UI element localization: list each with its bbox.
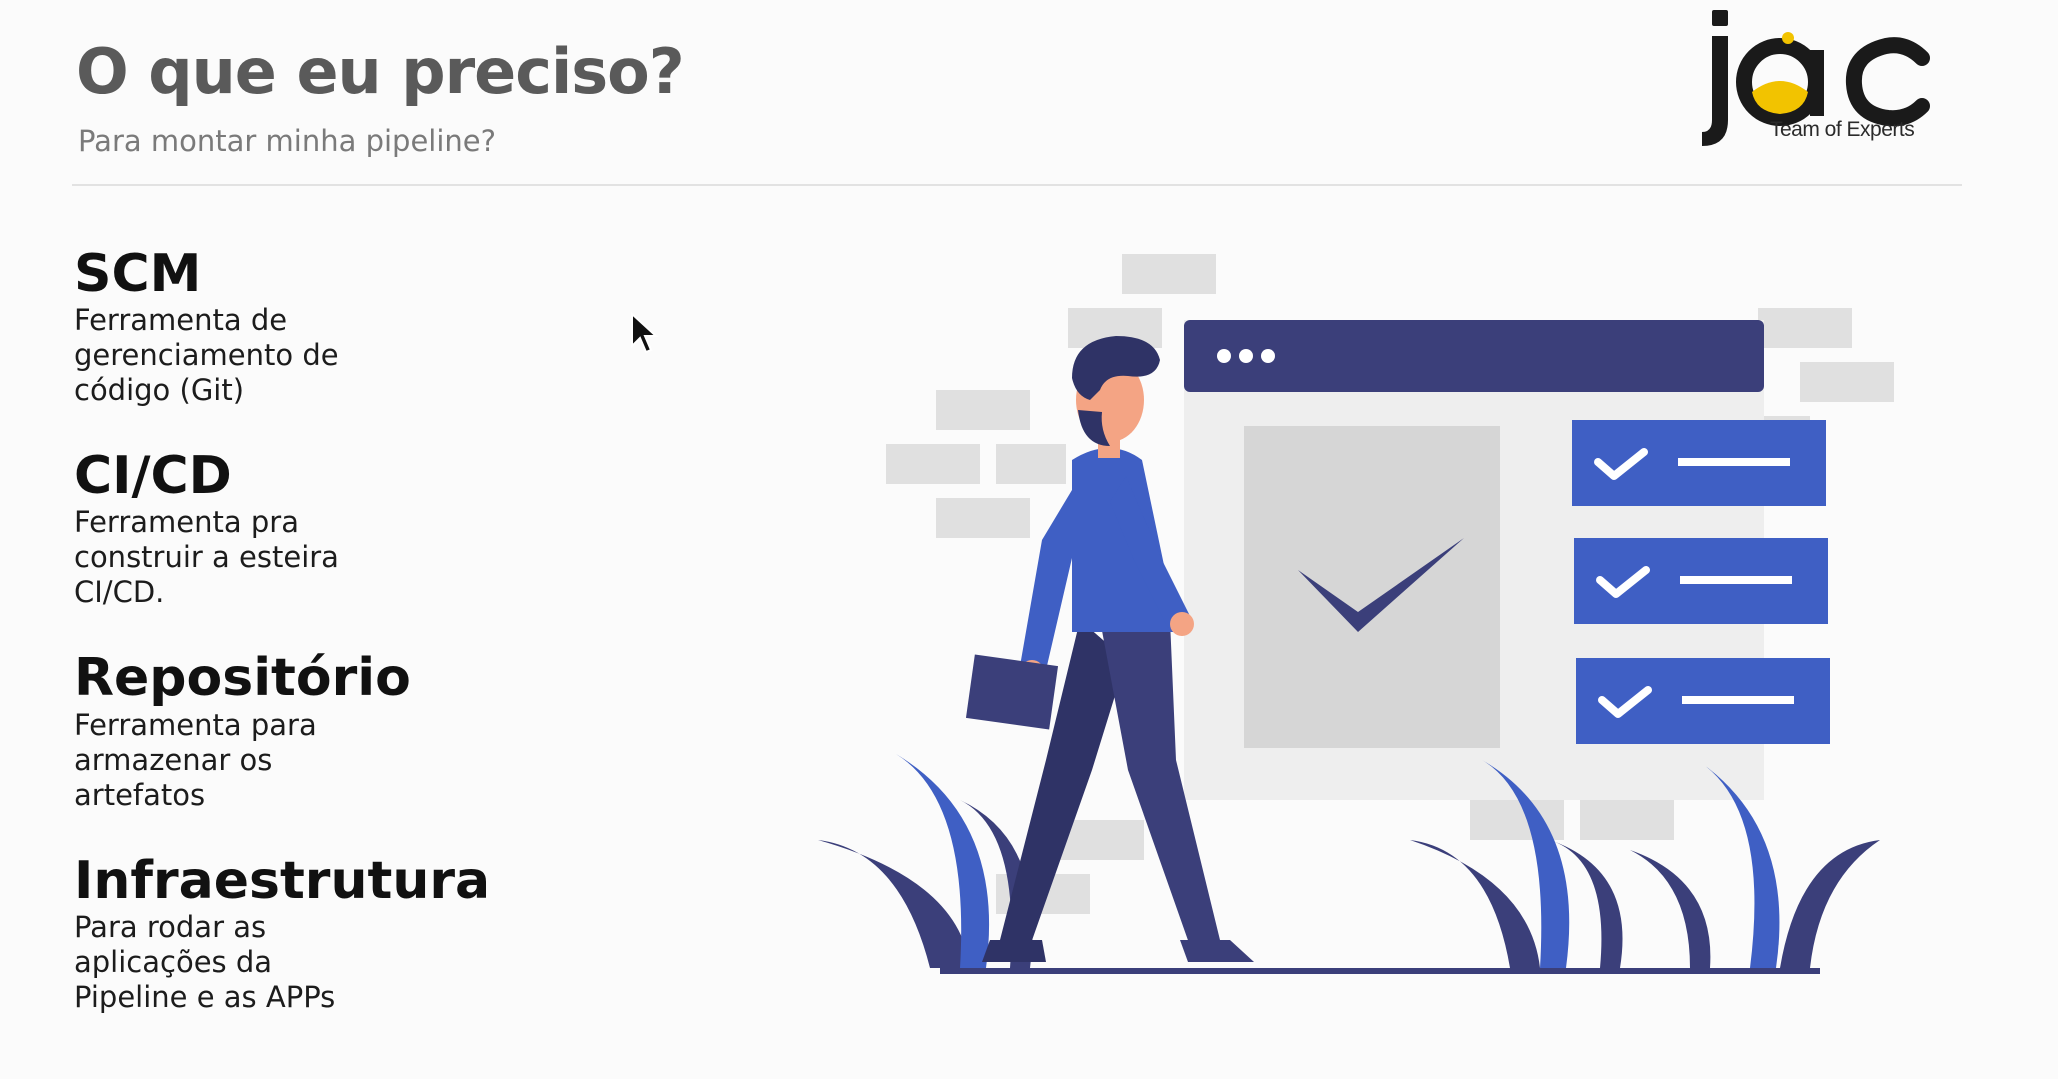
item-title: CI/CD xyxy=(74,446,232,507)
item-description: Ferramenta para armazenar os artefatos xyxy=(74,707,317,812)
ground-line xyxy=(940,968,1820,974)
logo-a-stem xyxy=(1810,50,1824,116)
list-item-repositorio: Repositório Ferramenta para armazenar os… xyxy=(74,650,594,812)
arrow-pointer-icon xyxy=(631,312,659,354)
list-item-scm: SCM Ferramenta de gerenciamento de códig… xyxy=(74,244,594,408)
item-title: SCM xyxy=(74,244,202,304)
logo-c xyxy=(1845,37,1930,127)
item-description: Ferramenta de gerenciamento de código (G… xyxy=(74,303,339,408)
logo-tagline: Team of Experts xyxy=(1770,118,1915,141)
item-title: Infraestrutura xyxy=(74,850,491,911)
logo-j-dot xyxy=(1712,10,1728,26)
header-divider xyxy=(72,184,1962,186)
slide-subtitle: Para montar minha pipeline? xyxy=(78,124,497,158)
content-panel xyxy=(1244,426,1500,748)
item-title: Repositório xyxy=(74,648,411,709)
checklist-illustration xyxy=(818,254,1894,974)
requirements-list: SCM Ferramenta de gerenciamento de códig… xyxy=(74,244,594,1055)
slide-title: O que eu preciso? xyxy=(76,35,685,108)
logo-bubble xyxy=(1782,32,1794,44)
slide: O que eu preciso? Para montar minha pipe… xyxy=(0,0,2058,1079)
checklist-cards xyxy=(1572,420,1830,744)
item-description: Ferramenta pra construir a esteira CI/CD… xyxy=(74,505,339,610)
logo-j-stem xyxy=(1702,36,1728,146)
list-item-cicd: CI/CD Ferramenta pra construir a esteira… xyxy=(74,446,594,610)
plant-left xyxy=(818,754,1033,968)
list-item-infraestrutura: Infraestrutura Para rodar as aplicações … xyxy=(74,850,594,1015)
item-description: Para rodar as aplicações da Pipeline e a… xyxy=(74,909,336,1014)
